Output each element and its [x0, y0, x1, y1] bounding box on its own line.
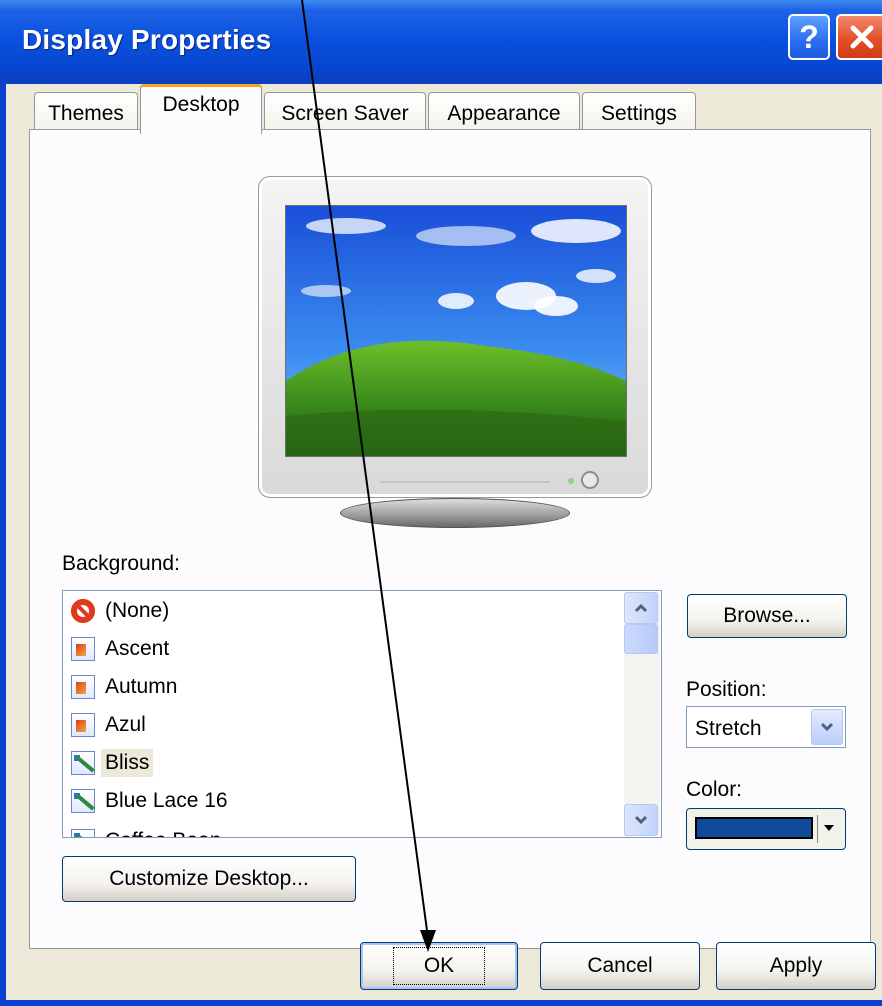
wallpaper-preview: [285, 205, 627, 457]
tab-settings[interactable]: Settings: [582, 92, 696, 134]
browse-button[interactable]: Browse...: [687, 594, 847, 638]
color-label: Color:: [686, 778, 743, 801]
scroll-down-button[interactable]: [624, 804, 658, 836]
monitor-bezel-line: [380, 481, 550, 483]
customize-desktop-label: Customize Desktop...: [109, 867, 309, 890]
tab-label: Desktop: [162, 92, 240, 116]
color-swatch: [695, 817, 813, 839]
position-dropdown-button[interactable]: [811, 709, 843, 745]
tab-label: Appearance: [447, 101, 561, 125]
tab-label: Themes: [48, 101, 124, 125]
picture-icon: [71, 637, 95, 661]
position-label: Position:: [686, 678, 767, 701]
chevron-down-icon: [820, 722, 834, 732]
scroll-up-button[interactable]: [624, 592, 658, 624]
background-label: Background:: [62, 552, 180, 575]
power-led: [568, 478, 574, 484]
list-item-label: Blue Lace 16: [105, 789, 228, 812]
list-item-ascent[interactable]: Ascent: [71, 631, 173, 667]
monitor-stand: [340, 498, 570, 528]
cancel-button[interactable]: Cancel: [540, 942, 700, 990]
close-button[interactable]: [836, 14, 882, 60]
list-item-label: Ascent: [105, 637, 170, 660]
tab-themes[interactable]: Themes: [34, 92, 138, 134]
paint-icon: [71, 789, 95, 813]
tab-appearance[interactable]: Appearance: [428, 92, 580, 134]
ok-button[interactable]: OK: [360, 942, 518, 990]
dropdown-arrow-icon: [824, 825, 834, 831]
position-value: Stretch: [695, 717, 762, 740]
bliss-wallpaper-image: [286, 206, 626, 456]
tab-desktop[interactable]: Desktop: [140, 84, 262, 134]
position-dropdown[interactable]: Stretch: [686, 706, 846, 748]
close-icon: [850, 25, 874, 49]
apply-button-label: Apply: [769, 954, 823, 977]
picture-icon: [71, 675, 95, 699]
list-item-autumn[interactable]: Autumn: [71, 669, 181, 705]
help-button[interactable]: ?: [788, 14, 830, 60]
list-item-label: Autumn: [105, 675, 178, 698]
apply-button[interactable]: Apply: [716, 942, 876, 990]
tab-label: Settings: [601, 101, 677, 125]
chevron-up-icon: [634, 603, 648, 613]
cancel-button-label: Cancel: [587, 954, 653, 977]
scroll-thumb[interactable]: [624, 624, 658, 654]
tab-label: Screen Saver: [281, 101, 409, 125]
help-icon: ?: [799, 18, 819, 55]
list-scrollbar[interactable]: [624, 592, 660, 836]
list-item-azul[interactable]: Azul: [71, 707, 150, 743]
color-divider: [817, 815, 818, 843]
chevron-down-icon: [634, 815, 648, 825]
list-item-none[interactable]: (None): [71, 593, 173, 629]
list-item-label: Coffee Bean: [101, 827, 225, 837]
paint-icon: [71, 829, 95, 837]
background-list[interactable]: (None) Ascent Autumn Azul Bliss Blue Lac…: [62, 590, 662, 838]
browse-button-label: Browse...: [723, 604, 811, 627]
no-icon: [71, 599, 95, 623]
list-item-coffee-bean[interactable]: Coffee Bean: [71, 823, 225, 837]
tab-screen-saver[interactable]: Screen Saver: [264, 92, 426, 134]
list-item-label: Azul: [105, 713, 146, 736]
list-item-bliss[interactable]: Bliss: [71, 745, 154, 781]
title-bar[interactable]: Display Properties ?: [0, 0, 882, 84]
picture-icon: [71, 713, 95, 737]
list-item-label: (None): [105, 599, 170, 622]
window-title: Display Properties: [22, 24, 272, 55]
customize-desktop-button[interactable]: Customize Desktop...: [62, 856, 356, 902]
ok-button-label: OK: [392, 947, 486, 985]
list-item-label: Bliss: [101, 749, 154, 777]
list-item-blue-lace-16[interactable]: Blue Lace 16: [71, 783, 232, 819]
paint-icon: [71, 751, 95, 775]
color-picker-button[interactable]: [686, 808, 846, 850]
power-button-icon: [581, 471, 599, 489]
